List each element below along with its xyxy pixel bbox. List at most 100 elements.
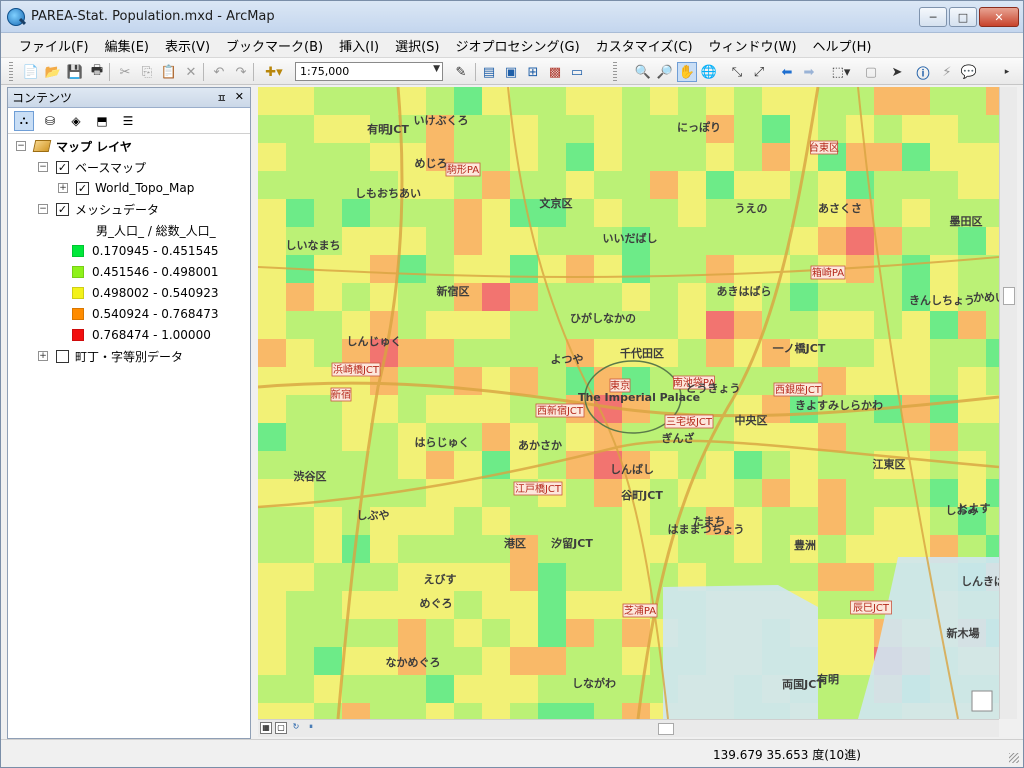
search-window-icon[interactable]: ⊞ — [523, 62, 543, 82]
title-bar[interactable]: PAREA-Stat. Population.mxd - ArcMap ─ □ … — [1, 1, 1023, 33]
menu-edit[interactable]: 編集(E) — [97, 36, 157, 55]
expand-icon[interactable]: + — [38, 351, 48, 361]
full-extent-icon[interactable]: 🌐 — [699, 62, 719, 82]
list-by-visibility-icon[interactable]: ◈ — [66, 111, 86, 131]
legend-swatch[interactable] — [72, 245, 84, 257]
collapse-icon[interactable]: − — [38, 204, 48, 214]
list-by-drawing-order-icon[interactable]: ⛬ — [14, 110, 34, 131]
toc-close-icon[interactable]: ✕ — [235, 90, 244, 106]
town-layer-checkbox[interactable] — [56, 349, 69, 363]
menu-view[interactable]: 表示(V) — [157, 36, 218, 55]
menu-help[interactable]: ヘルプ(H) — [805, 36, 880, 55]
table-of-contents-icon[interactable]: ▤ — [479, 62, 499, 82]
print-icon[interactable]: 🖶 — [87, 62, 107, 82]
catalog-icon[interactable]: ▣ — [501, 62, 521, 82]
legend-class-row[interactable]: 0.451546 - 0.498001 — [72, 262, 218, 282]
map-vertical-scrollbar[interactable] — [999, 87, 1017, 719]
map-display[interactable]: 台東区 文京区 新宿区 千代田区 東京 The Imperial Palace 中央区 港区渋… — [258, 87, 999, 719]
zoom-out-icon[interactable]: 🔎 — [655, 62, 675, 82]
basemap-checkbox[interactable]: ✓ — [56, 160, 69, 174]
forward-extent-icon[interactable]: ➡ — [799, 62, 819, 82]
legend-class-row[interactable]: 0.768474 - 1.00000 — [72, 325, 211, 345]
menu-bookmarks[interactable]: ブックマーク(B) — [218, 36, 331, 55]
html-popup-icon[interactable]: 💬 — [959, 62, 979, 82]
undo-icon[interactable]: ↶ — [209, 62, 229, 82]
add-data-icon[interactable]: ✚▾ — [259, 62, 289, 82]
collapse-icon[interactable]: − — [38, 162, 48, 172]
pause-drawing-icon[interactable]: ⏸ — [305, 722, 317, 734]
pin-icon[interactable]: ㅍ — [217, 90, 227, 106]
open-folder-icon[interactable]: 📂 — [43, 62, 63, 82]
zoom-in-icon[interactable]: 🔍 — [633, 62, 653, 82]
list-by-source-icon[interactable]: ⛁ — [40, 111, 60, 131]
menu-windows[interactable]: ウィンドウ(W) — [701, 36, 805, 55]
mesh-cell — [510, 283, 538, 311]
map-canvas[interactable]: 台東区文京区新宿区千代田区東京The Imperial Palace中央区港区渋… — [258, 87, 999, 719]
toolbar-overflow-icon[interactable]: ▸ — [1001, 62, 1013, 82]
legend-swatch[interactable] — [72, 266, 84, 278]
legend-class-row[interactable]: 0.170945 - 0.451545 — [72, 241, 218, 261]
collapse-icon[interactable]: − — [16, 141, 26, 151]
select-elements-icon[interactable]: ➤ — [887, 62, 907, 82]
map-scale-combo[interactable]: 1:75,000 ▼ — [295, 62, 443, 81]
cut-icon[interactable]: ✂ — [115, 62, 135, 82]
back-extent-icon[interactable]: ⬅ — [777, 62, 797, 82]
mesh-cell — [650, 171, 678, 199]
layout-view-icon[interactable]: ▢ — [275, 722, 287, 734]
arctoolbox-icon[interactable]: ▩ — [545, 62, 565, 82]
world-topo-layer-row[interactable]: + ✓ World_Topo_Map — [58, 178, 194, 198]
menu-file[interactable]: ファイル(F) — [11, 36, 97, 55]
expand-icon[interactable]: + — [58, 183, 68, 193]
python-window-icon[interactable]: ▭ — [567, 62, 587, 82]
mesh-cell — [342, 479, 370, 507]
close-button[interactable]: ✕ — [979, 7, 1019, 27]
mesh-cell — [930, 395, 958, 423]
mesh-cell — [594, 535, 622, 563]
menu-selection[interactable]: 選択(S) — [387, 36, 447, 55]
maximize-button[interactable]: □ — [949, 7, 977, 27]
data-view-icon[interactable]: ▦ — [260, 722, 272, 734]
vertical-scroll-thumb[interactable] — [1003, 287, 1015, 305]
copy-icon[interactable]: ⎘ — [137, 62, 157, 82]
horizontal-scroll-thumb[interactable] — [658, 723, 674, 735]
pan-icon[interactable]: ✋ — [677, 62, 697, 82]
mesh-checkbox[interactable]: ✓ — [56, 202, 69, 216]
legend-class-row[interactable]: 0.540924 - 0.768473 — [72, 304, 218, 324]
menu-insert[interactable]: 挿入(I) — [331, 36, 387, 55]
map-place-label: めぐろ — [420, 597, 453, 610]
refresh-icon[interactable]: ↻ — [290, 722, 302, 734]
fixed-zoom-in-icon[interactable]: ⤡ — [727, 62, 747, 82]
new-document-icon[interactable]: 📄 — [21, 62, 41, 82]
toolbar-grip[interactable] — [9, 62, 13, 82]
map-tips-icon[interactable] — [971, 690, 993, 712]
clear-selection-icon[interactable]: ▢ — [861, 62, 881, 82]
legend-swatch[interactable] — [72, 308, 84, 320]
mesh-cell — [426, 255, 454, 283]
town-layer-row[interactable]: + 町丁・字等別データ — [38, 346, 183, 366]
hyperlink-icon[interactable]: ⚡ — [937, 62, 957, 82]
legend-swatch[interactable] — [72, 287, 84, 299]
editor-toolbar-icon[interactable]: ✎ — [451, 62, 471, 82]
mesh-cell — [846, 423, 874, 451]
identify-icon[interactable]: ⓘ — [913, 62, 933, 82]
select-features-icon[interactable]: ⬚▾ — [827, 62, 855, 82]
minimize-button[interactable]: ─ — [919, 7, 947, 27]
basemap-group-row[interactable]: − ✓ ベースマップ — [38, 157, 146, 177]
toc-options-icon[interactable]: ☰ — [118, 111, 138, 131]
menu-customize[interactable]: カスタマイズ(C) — [588, 36, 701, 55]
legend-class-row[interactable]: 0.498002 - 0.540923 — [72, 283, 218, 303]
world-topo-checkbox[interactable]: ✓ — [76, 181, 89, 195]
delete-icon[interactable]: ✕ — [181, 62, 201, 82]
list-by-selection-icon[interactable]: ⬒ — [92, 111, 112, 131]
mesh-cell — [678, 199, 706, 227]
map-layers-row[interactable]: − マップ レイヤ — [16, 136, 132, 156]
resize-grip[interactable] — [1009, 753, 1019, 763]
mesh-layer-row[interactable]: − ✓ メッシュデータ — [38, 199, 159, 219]
redo-icon[interactable]: ↷ — [231, 62, 251, 82]
paste-icon[interactable]: 📋 — [159, 62, 179, 82]
fixed-zoom-out-icon[interactable]: ⤢ — [749, 62, 769, 82]
mesh-cell — [398, 283, 426, 311]
legend-swatch[interactable] — [72, 329, 84, 341]
save-icon[interactable]: 💾 — [65, 62, 85, 82]
menu-geoprocessing[interactable]: ジオプロセシング(G) — [447, 36, 587, 55]
